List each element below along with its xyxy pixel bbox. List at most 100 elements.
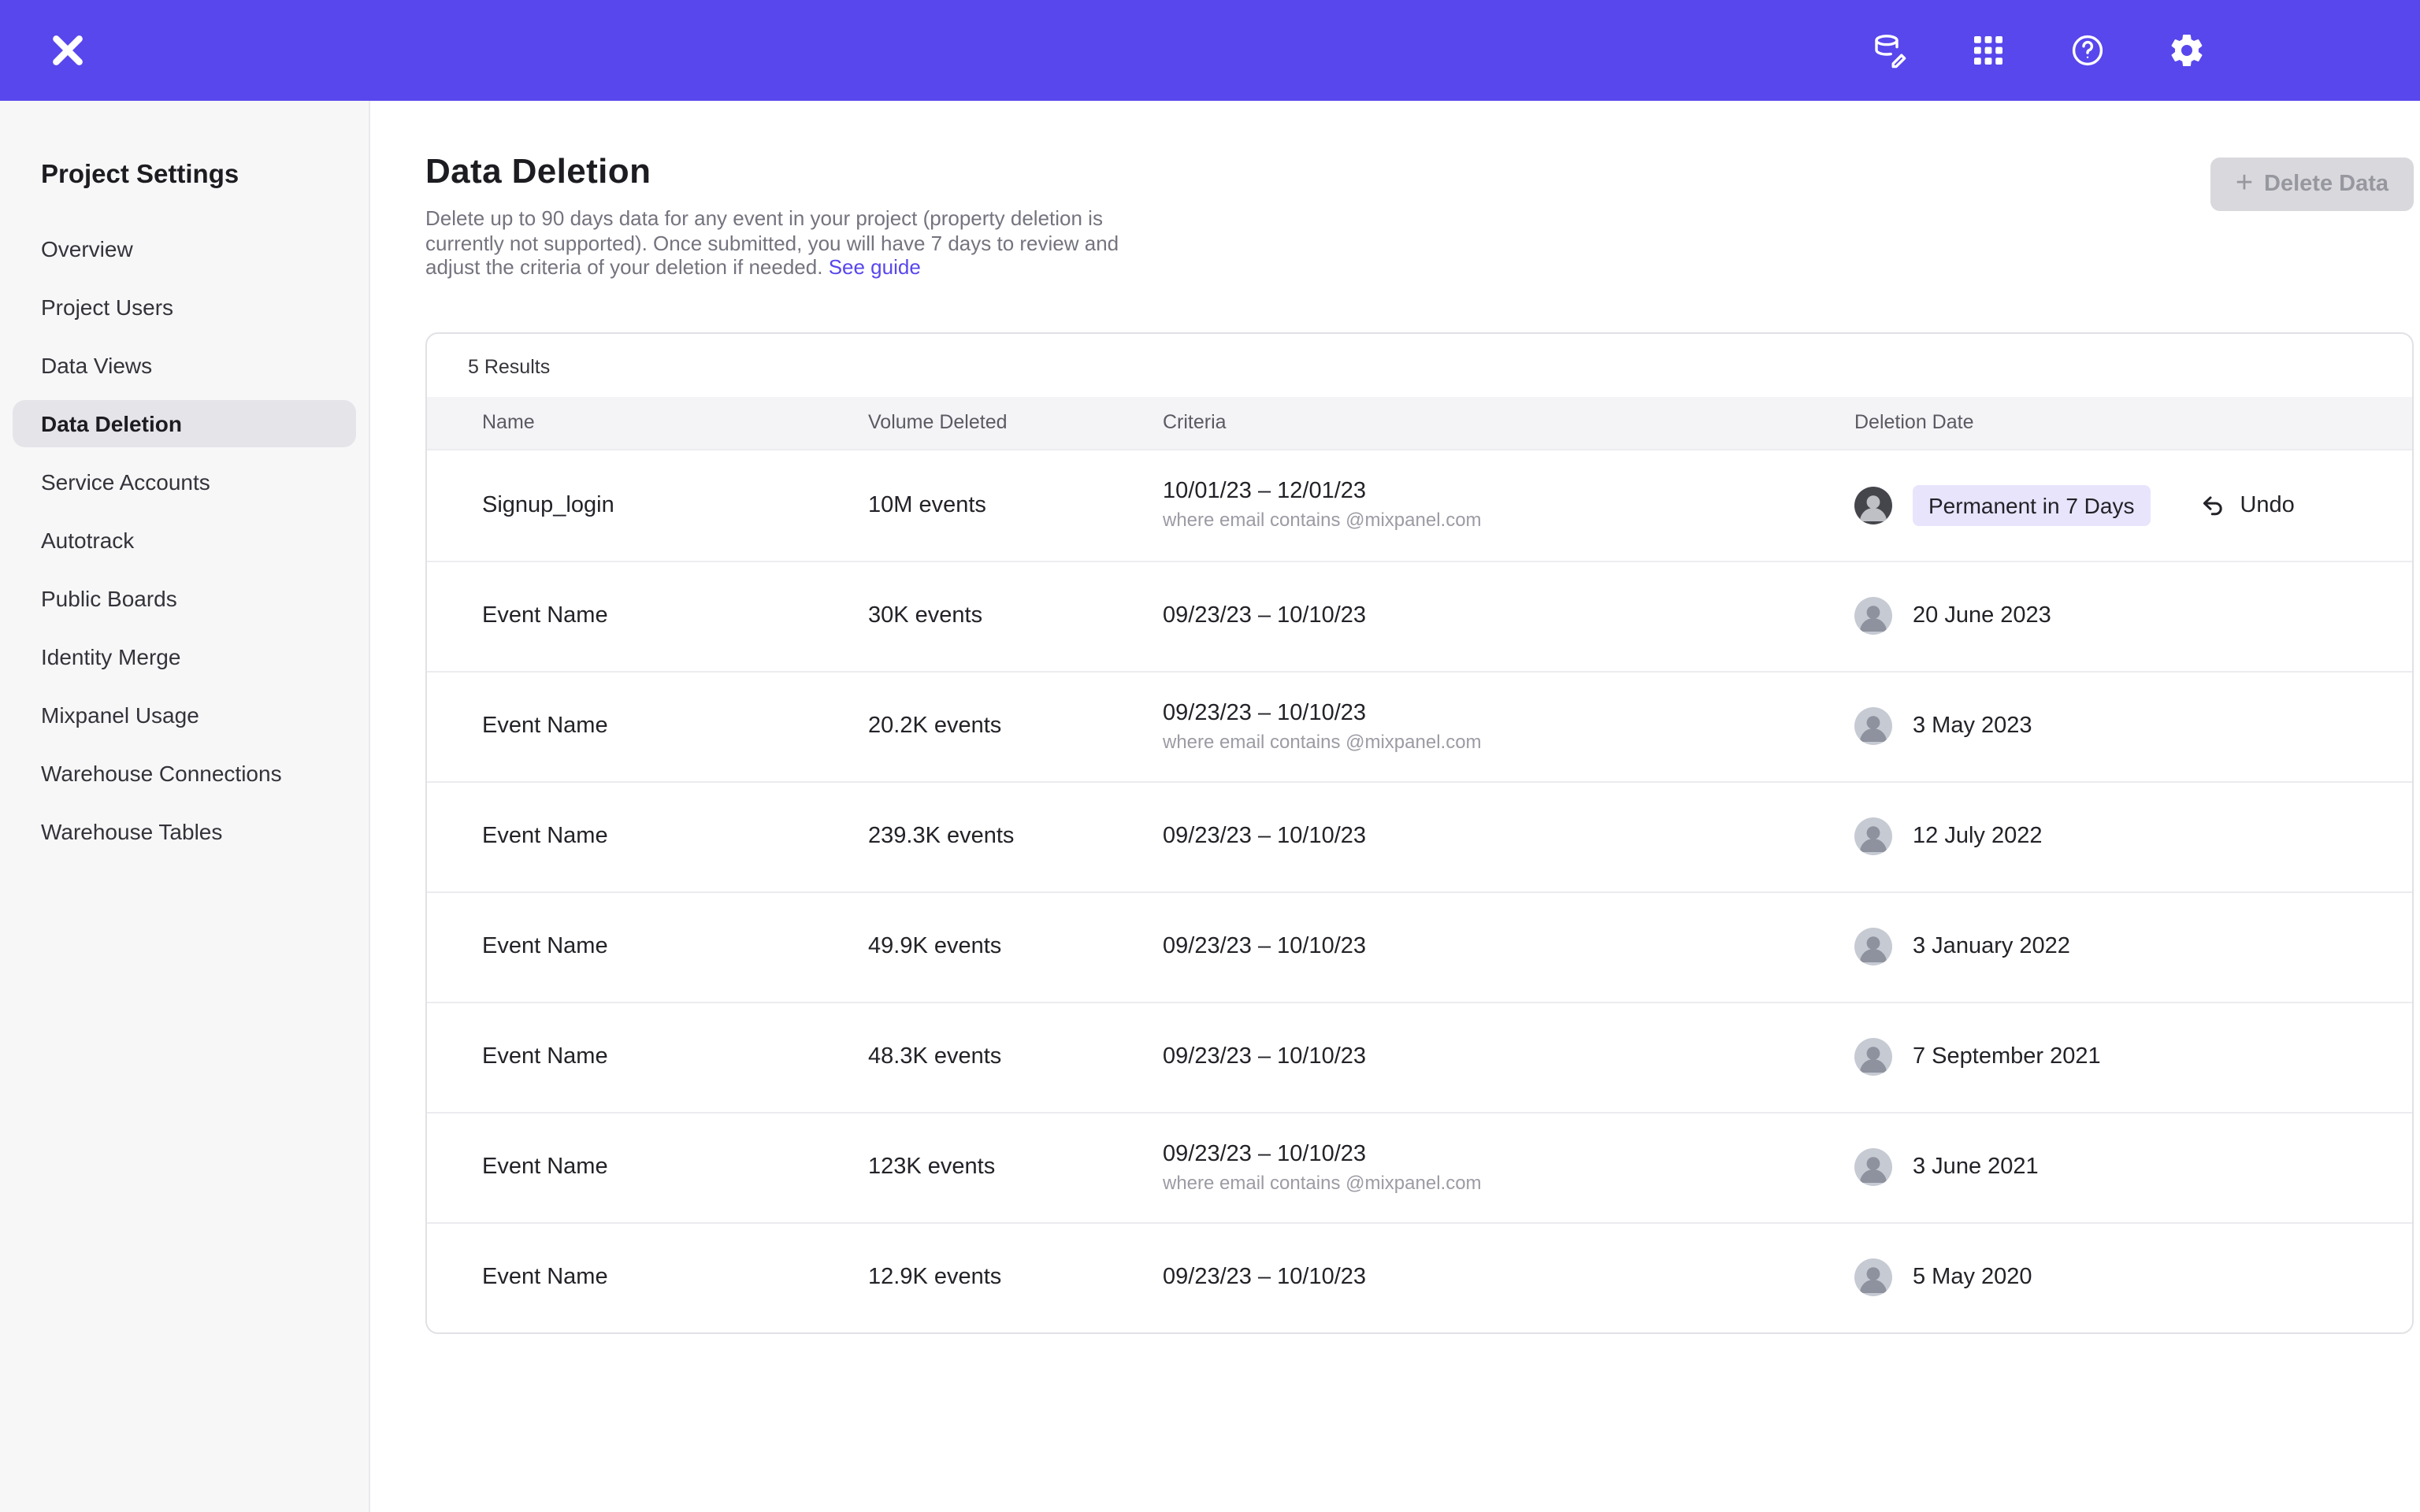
row-volume-deleted: 123K events (868, 1154, 1163, 1180)
undo-button[interactable]: Undo (2199, 491, 2294, 518)
sidebar-item-label: Mixpanel Usage (41, 702, 199, 728)
table-row: Event Name 239.3K events 09/23/23 – 10/1… (427, 780, 2412, 891)
topbar-icon-group (1869, 30, 2207, 71)
column-header-name: Name (482, 411, 868, 433)
sidebar-item-label: Data Deletion (41, 411, 182, 436)
user-avatar (1854, 486, 1892, 524)
row-criteria: 09/23/23 – 10/10/23 (1163, 824, 1854, 849)
help-icon[interactable] (2067, 30, 2108, 71)
row-event-name: Event Name (482, 1044, 868, 1069)
deletions-table-card: 5 Results Name Volume Deleted Criteria D… (425, 332, 2414, 1333)
sidebar-item-service-accounts[interactable]: Service Accounts (13, 458, 356, 506)
column-header-volume-deleted: Volume Deleted (868, 411, 1163, 433)
row-event-name: Event Name (482, 934, 868, 959)
row-criteria: 10/01/23 – 12/01/23 where email contains… (1163, 479, 1854, 531)
delete-data-button-label: Delete Data (2264, 172, 2388, 197)
sidebar-item-label: Data Views (41, 353, 152, 378)
data-management-icon[interactable] (1869, 30, 1910, 71)
see-guide-link[interactable]: See guide (829, 255, 921, 279)
apps-grid-icon[interactable] (1968, 30, 2009, 71)
sidebar-item-identity-merge[interactable]: Identity Merge (13, 633, 356, 680)
sidebar-item-warehouse-tables[interactable]: Warehouse Tables (13, 808, 356, 855)
row-criteria-range: 10/01/23 – 12/01/23 (1163, 479, 1854, 504)
settings-sidebar: Project Settings Overview Project Users … (0, 101, 370, 1512)
user-avatar (1854, 597, 1892, 635)
row-deletion-date: 7 September 2021 7 September 2021 (1854, 1038, 2357, 1076)
row-criteria: 09/23/23 – 10/10/23 (1163, 1265, 1854, 1290)
sidebar-item-overview[interactable]: Overview (13, 225, 356, 272)
row-criteria-filter: where email contains @mixpanel.com (1163, 730, 1854, 752)
row-criteria: 09/23/23 – 10/10/23 where email contains… (1163, 1141, 1854, 1193)
deletion-status-badge: Permanent in 7 Days (1913, 484, 2150, 525)
row-volume-deleted: 239.3K events (868, 824, 1163, 849)
page-description: Delete up to 90 days data for any event … (425, 206, 1138, 280)
sidebar-item-project-users[interactable]: Project Users (13, 284, 356, 331)
sidebar-title: Project Settings (13, 161, 356, 191)
user-avatar (1854, 1148, 1892, 1186)
table-row: Event Name 30K events 09/23/23 – 10/10/2… (427, 560, 2412, 670)
table-row: Event Name 48.3K events 09/23/23 – 10/10… (427, 1001, 2412, 1111)
page-description-text: Delete up to 90 days data for any event … (425, 206, 1119, 279)
sidebar-item-public-boards[interactable]: Public Boards (13, 575, 356, 622)
page-title: Data Deletion (425, 151, 1138, 192)
row-volume-deleted: 30K events (868, 603, 1163, 628)
row-deletion-date: 5 May 2020 5 May 2020 (1854, 1258, 2357, 1296)
row-event-name: Event Name (482, 1154, 868, 1180)
deletion-date-text: 5 May 2020 (1913, 1265, 2032, 1290)
sidebar-item-label: Service Accounts (41, 469, 210, 495)
row-criteria-range: 09/23/23 – 10/10/23 (1163, 1265, 1854, 1290)
row-volume-deleted: 20.2K events (868, 713, 1163, 739)
table-row: Event Name 49.9K events 09/23/23 – 10/10… (427, 891, 2412, 1001)
table-header-row: Name Volume Deleted Criteria Deletion Da… (427, 396, 2412, 450)
table-row: Event Name 20.2K events 09/23/23 – 10/10… (427, 670, 2412, 780)
deletion-date-text: 3 May 2023 (1913, 713, 2032, 739)
sidebar-item-label: Warehouse Connections (41, 761, 282, 786)
row-criteria: 09/23/23 – 10/10/23 where email contains… (1163, 700, 1854, 752)
top-navigation-bar (0, 0, 2420, 101)
sidebar-item-label: Overview (41, 236, 133, 261)
row-volume-deleted: 12.9K events (868, 1265, 1163, 1290)
row-deletion-date: 12 July 2022 12 July 2022 (1854, 817, 2357, 855)
row-criteria-range: 09/23/23 – 10/10/23 (1163, 934, 1854, 959)
sidebar-item-data-views[interactable]: Data Views (13, 342, 356, 389)
sidebar-item-mixpanel-usage[interactable]: Mixpanel Usage (13, 691, 356, 739)
row-volume-deleted: 48.3K events (868, 1044, 1163, 1069)
table-row: Signup_login 10M events 10/01/23 – 12/01… (427, 450, 2412, 560)
row-event-name: Event Name (482, 1265, 868, 1290)
sidebar-item-label: Public Boards (41, 586, 177, 611)
row-criteria: 09/23/23 – 10/10/23 (1163, 1044, 1854, 1069)
row-event-name: Event Name (482, 603, 868, 628)
user-avatar (1854, 1258, 1892, 1296)
user-avatar (1854, 1038, 1892, 1076)
table-body: Signup_login 10M events 10/01/23 – 12/01… (427, 450, 2412, 1332)
row-criteria-filter: where email contains @mixpanel.com (1163, 1171, 1854, 1193)
user-avatar (1854, 707, 1892, 745)
row-volume-deleted: 49.9K events (868, 934, 1163, 959)
sidebar-item-warehouse-connections[interactable]: Warehouse Connections (13, 750, 356, 797)
row-criteria-range: 09/23/23 – 10/10/23 (1163, 700, 1854, 725)
sidebar-item-data-deletion[interactable]: Data Deletion (13, 400, 356, 447)
row-event-name: Event Name (482, 713, 868, 739)
row-criteria-range: 09/23/23 – 10/10/23 (1163, 1141, 1854, 1166)
mixpanel-project-settings-page: Project Settings Overview Project Users … (0, 0, 2420, 1512)
row-deletion-date: Permanent in 7 Days Permanent in 7 Days … (1854, 484, 2357, 525)
results-count: 5 Results (427, 333, 2412, 396)
table-row: Event Name 123K events 09/23/23 – 10/10/… (427, 1111, 2412, 1221)
row-criteria-range: 09/23/23 – 10/10/23 (1163, 1044, 1854, 1069)
delete-data-button[interactable]: + Delete Data (2210, 158, 2414, 211)
undo-icon (2199, 491, 2225, 518)
settings-gear-icon[interactable] (2166, 30, 2207, 71)
mixpanel-logo[interactable] (47, 30, 88, 71)
deletion-date-text: 7 September 2021 (1913, 1044, 2101, 1069)
sidebar-item-label: Warehouse Tables (41, 819, 222, 844)
row-criteria: 09/23/23 – 10/10/23 (1163, 934, 1854, 959)
row-criteria-filter: where email contains @mixpanel.com (1163, 509, 1854, 531)
column-header-deletion-date: Deletion Date (1854, 411, 2357, 433)
deletion-date-text: 12 July 2022 (1913, 824, 2042, 849)
mixpanel-logo-icon (47, 30, 88, 71)
sidebar-nav: Overview Project Users Data Views Data D… (13, 225, 356, 855)
sidebar-item-autotrack[interactable]: Autotrack (13, 517, 356, 564)
undo-label: Undo (2240, 492, 2294, 517)
row-volume-deleted: 10M events (868, 492, 1163, 517)
plus-icon: + (2236, 168, 2253, 198)
